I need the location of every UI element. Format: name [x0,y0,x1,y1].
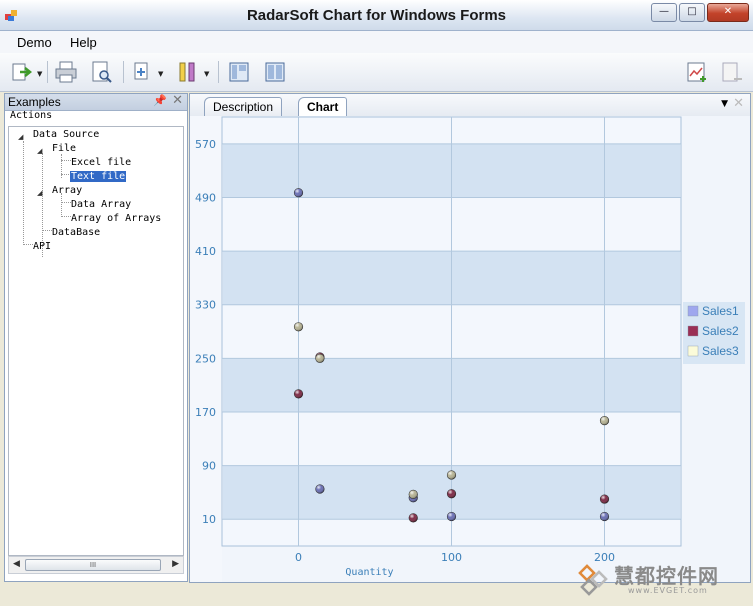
layout-icon[interactable] [227,60,251,84]
data-point-highlight [315,484,325,494]
scatter-chart: 10901702503304104905700 100 200Quantity Sa… [190,116,750,582]
menu-demo[interactable]: Demo [17,35,52,50]
y-tick-label: 410 [195,245,216,258]
tab-description[interactable]: Description [204,97,283,116]
y-tick-label: 570 [195,138,216,151]
y-tick-label: 10 [202,513,216,526]
copy-dropdown-icon[interactable]: ▼ [158,70,163,78]
watermark-logo-icon [578,564,608,596]
panel-close-icon[interactable]: ✕ [172,93,183,108]
tree-item-api[interactable]: API [33,241,51,252]
print-preview-icon[interactable] [90,60,114,84]
y-tick-label: 250 [195,352,216,365]
data-point-highlight [408,513,418,523]
close-button[interactable]: ✕ [707,3,749,22]
panel-header: Examples 📌 ✕ [5,93,187,111]
tree-item-array-of-arrays[interactable]: Array of Arrays [71,213,161,224]
tree-item-excel-file[interactable]: Excel file [71,157,131,168]
title-bar: RadarSoft Chart for Windows Forms — □ ✕ [0,0,753,31]
watermark: 慧都控件网 www.EVGET.com [572,558,750,602]
export-dropdown-icon[interactable]: ▼ [37,70,42,78]
y-tick-label: 90 [202,460,216,473]
legend-swatch [687,305,699,317]
horizontal-scrollbar[interactable]: ◀ III ▶ [8,556,184,574]
data-point-highlight [408,490,418,499]
tree-item-data-source[interactable]: Data Source [33,129,99,140]
minimize-button[interactable]: — [651,3,677,22]
y-tick-label: 170 [195,406,216,419]
x-tick-label: 100 [441,551,462,564]
panel-title: Examples [8,95,61,109]
actions-label: Actions [10,110,53,121]
add-chart-icon[interactable] [685,60,709,84]
pin-icon[interactable]: 📌 [153,94,167,107]
data-point-highlight [447,489,456,499]
maximize-button[interactable]: □ [679,3,705,22]
tree-item-database[interactable]: DataBase [52,227,100,238]
tree-item-data-array[interactable]: Data Array [71,199,131,210]
tab-list-icon[interactable]: ▼ [721,99,728,109]
data-point-highlight [294,389,303,399]
data-point-highlight [600,416,609,425]
remove-chart-icon[interactable] [720,60,744,84]
palette-icon[interactable] [176,60,200,84]
document-area: Description Chart ▼ ✕ 10 90 170 250 330 410 49… [189,93,751,583]
data-point-highlight [294,188,303,198]
menu-bar: Demo Help [0,31,753,53]
tree-toggle-icon[interactable]: ◢ [37,189,42,197]
legend-swatch [687,345,699,357]
tree-toggle-icon[interactable]: ◢ [18,133,23,141]
data-point-highlight [315,354,325,363]
tab-chart[interactable]: Chart [298,97,348,117]
tree-item-text-file[interactable]: Text file [70,171,127,182]
scroll-thumb[interactable]: III [25,559,161,571]
tab-strip: Description Chart ▼ ✕ [190,94,750,117]
tree-item-file[interactable]: File [52,143,76,154]
copy-icon[interactable] [131,60,155,84]
y-tick-label: 490 [195,191,216,204]
tree-item-array[interactable]: Array [52,185,82,196]
window-title: RadarSoft Chart for Windows Forms [246,7,507,24]
data-point-highlight [600,512,609,521]
x-tick-label: 0 [295,551,302,564]
examples-tree: ◢ Data Source ◢ File Excel file Text fil… [8,126,184,556]
data-point-highlight [600,494,609,504]
scroll-right-icon[interactable]: ▶ [172,559,179,569]
data-point-highlight [447,470,456,480]
toolbar: ▼ ▼ ▼ [0,53,753,92]
tab-close-icon[interactable]: ✕ [733,96,744,111]
examples-panel: Examples 📌 ✕ Actions ◢ Data Source ◢ Fil… [4,93,188,582]
menu-help[interactable]: Help [70,35,97,50]
layout-split-icon[interactable] [263,60,287,84]
watermark-text: 慧都控件网 [614,564,719,588]
y-tick-label: 330 [195,299,216,312]
x-axis-label: Quantity [345,567,393,578]
legend-label: Sales1 [702,304,739,318]
legend-label: Sales2 [702,324,739,338]
legend-label: Sales3 [702,344,739,358]
export-icon[interactable] [10,60,34,84]
palette-dropdown-icon[interactable]: ▼ [204,70,209,78]
legend-swatch [687,325,699,337]
print-icon[interactable] [54,60,78,84]
data-point-highlight [447,512,456,521]
data-point-highlight [294,322,303,332]
watermark-url: www.EVGET.com [628,586,708,595]
tree-toggle-icon[interactable]: ◢ [37,147,42,155]
scroll-left-icon[interactable]: ◀ [13,559,20,569]
